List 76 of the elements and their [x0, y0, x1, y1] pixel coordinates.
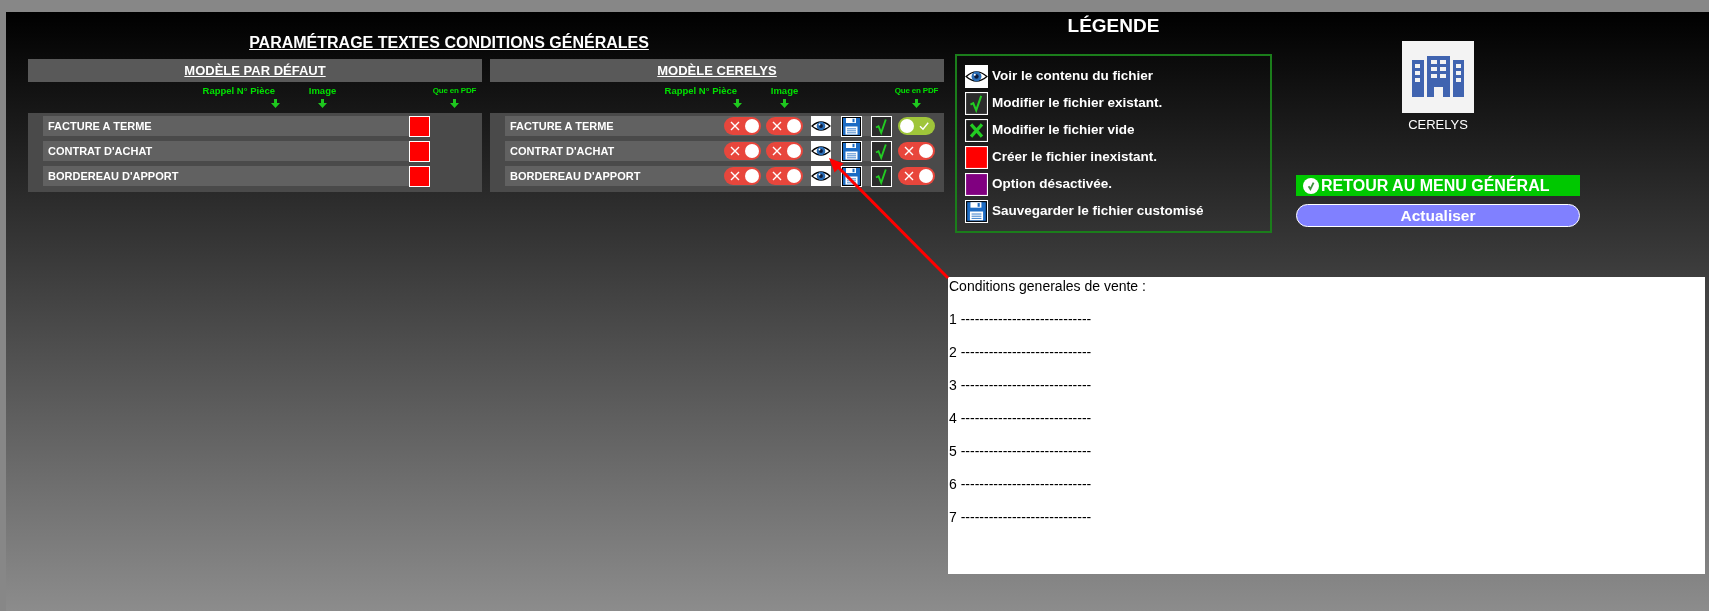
toggle-switch[interactable]: [898, 142, 935, 160]
text-line: 7 ----------------------------: [949, 509, 1093, 526]
row-label: BORDEREAU D'APPORT: [47, 168, 180, 184]
floppy-disk-icon: [965, 200, 988, 223]
page-title: PARAMÉTRAGE TEXTES CONDITIONS GÉNÉRALES: [249, 33, 649, 52]
back-to-menu-button[interactable]: RETOUR AU MENU GÉNÉRAL: [1296, 175, 1580, 196]
text-line: 2 ----------------------------: [949, 344, 1093, 361]
legend-label: Modifier le fichier existant.: [992, 94, 1163, 113]
switch-knob[interactable]: [900, 119, 914, 133]
row-label: CONTRAT D'ACHAT: [509, 143, 616, 159]
row-label: FACTURE A TERME: [509, 118, 615, 134]
check-icon: [965, 92, 988, 115]
down-arrow-icon: [912, 99, 921, 108]
text-line: 4 ----------------------------: [949, 410, 1093, 427]
switch-knob[interactable]: [787, 144, 801, 158]
column-label: Rappel N° Pièce: [202, 85, 275, 96]
switch-knob[interactable]: [745, 119, 759, 133]
down-arrow-icon: [450, 99, 459, 108]
square-icon[interactable]: [409, 140, 430, 162]
cross-icon: [965, 119, 988, 142]
company-name: CERELYS: [1408, 117, 1468, 133]
legend-label: Sauvegarder le fichier customisé: [992, 202, 1204, 221]
switch-knob[interactable]: [919, 169, 933, 183]
column-label: Image: [770, 85, 799, 96]
floppy-disk-icon[interactable]: [841, 140, 862, 162]
refresh-button[interactable]: Actualiser: [1296, 204, 1580, 227]
square-icon[interactable]: [409, 115, 430, 137]
text-line: 6 ----------------------------: [949, 476, 1093, 493]
column-label: Image: [308, 85, 337, 96]
toggle-switch[interactable]: [898, 167, 935, 185]
toggle-switch[interactable]: [898, 117, 935, 135]
column-label: Rappel N° Pièce: [664, 85, 737, 96]
legend-label: Voir le contenu du fichier: [992, 67, 1154, 86]
column-label: Que en PDF: [894, 85, 939, 96]
floppy-disk-icon[interactable]: [841, 115, 862, 137]
square-icon: [965, 173, 988, 196]
eye-icon[interactable]: [811, 141, 831, 161]
legend-label: Créer le fichier inexistant.: [992, 148, 1158, 167]
row-label: BORDEREAU D'APPORT: [509, 168, 642, 184]
toggle-switch[interactable]: [766, 142, 803, 160]
panel-header: MODÈLE CERELYS: [490, 59, 944, 82]
toggle-switch[interactable]: [724, 167, 761, 185]
check-circle-icon: [1303, 177, 1319, 194]
text-line: Conditions generales de vente :: [949, 278, 1147, 295]
toggle-switch[interactable]: [766, 167, 803, 185]
text-line: 5 ----------------------------: [949, 443, 1093, 460]
toggle-switch[interactable]: [724, 142, 761, 160]
down-arrow-icon: [733, 99, 742, 108]
legend-title: LÉGENDE: [1066, 15, 1161, 37]
check-icon[interactable]: [871, 165, 892, 187]
building-icon: [1402, 41, 1474, 113]
legend-label: Option désactivée.: [992, 175, 1113, 194]
switch-knob[interactable]: [787, 119, 801, 133]
panel-header: MODÈLE PAR DÉFAUT: [28, 59, 482, 82]
eye-icon[interactable]: [811, 116, 831, 136]
switch-knob[interactable]: [787, 169, 801, 183]
square-icon: [965, 146, 988, 169]
down-arrow-icon: [318, 99, 327, 108]
down-arrow-icon: [780, 99, 789, 108]
check-icon[interactable]: [871, 140, 892, 162]
switch-knob[interactable]: [745, 144, 759, 158]
eye-icon[interactable]: [811, 166, 831, 186]
row-label: CONTRAT D'ACHAT: [47, 143, 154, 159]
row-label: FACTURE A TERME: [47, 118, 153, 134]
down-arrow-icon: [271, 99, 280, 108]
legend-label: Modifier le fichier vide: [992, 121, 1135, 140]
eye-icon: [965, 65, 988, 88]
column-label: Que en PDF: [432, 85, 477, 96]
toggle-switch[interactable]: [766, 117, 803, 135]
toggle-switch[interactable]: [724, 117, 761, 135]
check-icon[interactable]: [871, 115, 892, 137]
switch-knob[interactable]: [919, 144, 933, 158]
text-line: 1 ----------------------------: [949, 311, 1093, 328]
square-icon[interactable]: [409, 165, 430, 187]
text-line: 3 ----------------------------: [949, 377, 1093, 394]
switch-knob[interactable]: [745, 169, 759, 183]
